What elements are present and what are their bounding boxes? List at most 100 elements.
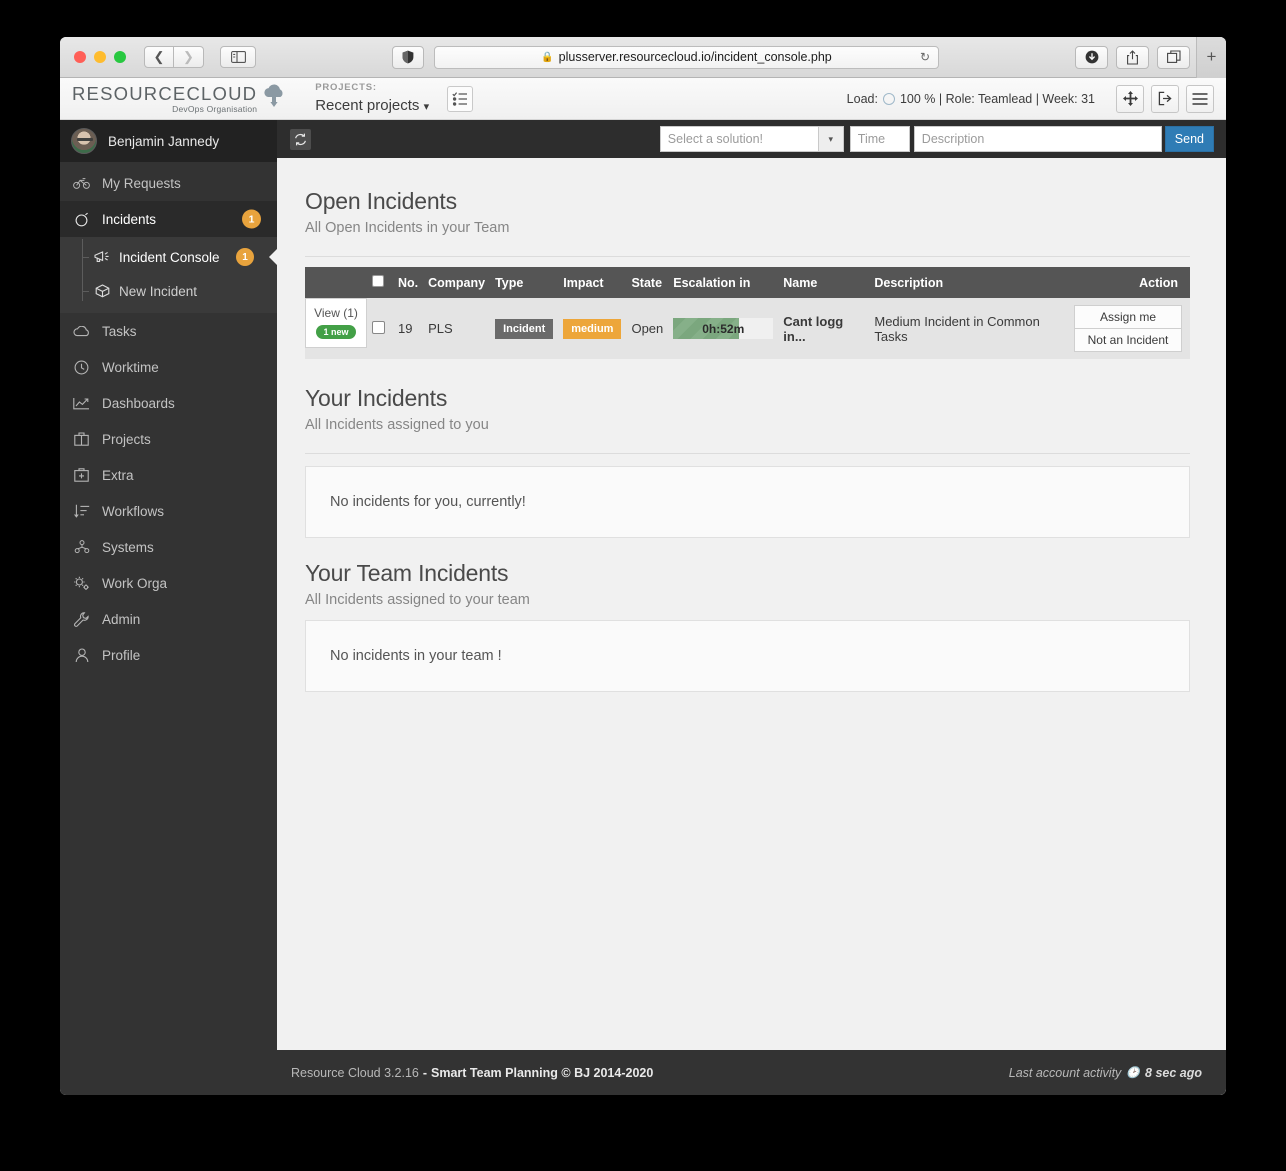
sidebar-item-systems[interactable]: Systems [60,529,277,565]
projects-selector[interactable]: PROJECTS: Recent projects ▾ [315,81,429,114]
share-icon[interactable] [1116,45,1149,69]
sidebar-item-work-orga[interactable]: Work Orga [60,565,277,601]
clock-icon [73,360,90,375]
chevron-down-icon: ▾ [423,100,430,113]
cell-no: 19 [393,298,424,359]
escalation-progress: 0h:52m [673,318,774,339]
view-button[interactable]: View (1) 1 new [305,298,367,348]
send-button[interactable]: Send [1164,126,1214,152]
back-button[interactable]: ❮ [144,46,174,68]
col-name: Name [778,267,870,298]
sidebar-user[interactable]: Benjamin Jannedy [60,120,277,162]
logout-icon[interactable] [1151,84,1179,113]
team-incidents-subtitle: All Incidents assigned to your team [305,592,530,608]
sidebar-item-extra[interactable]: Extra [60,457,277,493]
sidebar-item-label: Tasks [102,323,137,339]
chevron-down-icon[interactable]: ▾ [817,126,844,152]
minimize-window-button[interactable] [94,51,106,63]
escalation-value: 0h:52m [702,321,745,336]
view-label: View (1) [314,306,358,320]
reload-icon[interactable]: ↻ [920,50,930,64]
cell-impact: medium [558,298,627,359]
sidebar-item-tasks[interactable]: Tasks [60,313,277,349]
bicycle-icon [73,177,90,189]
cell-description: Medium Incident in Common Tasks [869,298,1069,359]
description-input[interactable]: Description [913,126,1162,152]
your-incidents-subtitle: All Incidents assigned to you [305,417,489,433]
sidebar-username: Benjamin Jannedy [108,133,220,149]
col-state: State [626,267,669,298]
address-bar-area: 🔒 plusserver.resourcecloud.io/incident_c… [266,45,1065,69]
col-no: No. [393,267,424,298]
col-description: Description [869,267,1069,298]
page-subtitle: All Open Incidents in your Team [305,220,510,236]
cell-name[interactable]: Cant logg in... [778,298,870,359]
sidebar-badge: 1 [242,209,261,229]
sidebar-item-dashboards[interactable]: Dashboards [60,385,277,421]
url-text: plusserver.resourcecloud.io/incident_con… [558,50,832,64]
browser-right-buttons [1075,45,1190,69]
sidebar-item-incidents[interactable]: Incidents 1 [60,201,277,237]
projects-value[interactable]: Recent projects ▾ [315,97,429,114]
col-company: Company [423,267,491,298]
sidebar-item-incident-console[interactable]: Incident Console 1 [60,240,278,274]
solution-select[interactable]: Select a solution! ▾ [659,126,844,152]
forward-button[interactable]: ❯ [174,46,204,68]
sidebar-item-new-incident[interactable]: New Incident [60,274,277,308]
status-info: Load: 100 % | Role: Teamlead | Week: 31 [847,92,1095,106]
checklist-icon[interactable] [447,85,474,112]
sidebar-item-admin[interactable]: Admin [60,601,277,637]
load-ring-icon [882,92,895,105]
sidebar-item-my-requests[interactable]: My Requests [60,165,277,201]
projects-label: PROJECTS: [315,81,377,93]
footer: Resource Cloud 3.2.16 - Smart Team Plann… [277,1050,1226,1095]
projects-value-text: Recent projects [315,96,420,114]
avatar [71,128,97,154]
close-window-button[interactable] [74,51,86,63]
row-checkbox[interactable] [372,320,385,334]
sidebar-item-worktime[interactable]: Worktime [60,349,277,385]
sidebar-item-workflows[interactable]: Workflows [60,493,277,529]
team-incidents-empty: No incidents in your team ! [305,620,1190,692]
sidebar-toggle-icon[interactable] [220,46,256,68]
wrench-icon [73,611,90,627]
footer-version: Resource Cloud 3.2.16 [291,1065,419,1080]
select-all-checkbox[interactable] [372,275,384,287]
assign-me-button[interactable]: Assign me [1074,305,1182,329]
cell-company: PLS [423,298,491,359]
address-bar[interactable]: 🔒 plusserver.resourcecloud.io/incident_c… [434,45,939,69]
footer-activity-value: 8 sec ago [1145,1065,1202,1080]
sidebar-item-label: My Requests [102,175,181,191]
sidebar-item-projects[interactable]: Projects [60,421,277,457]
new-tab-button[interactable]: + [1196,37,1226,78]
cell-state: Open [626,298,669,359]
table-header-row: No. Company Type Impact State Escalation… [305,267,1190,298]
maximize-window-button[interactable] [114,51,126,63]
toolbox-icon [73,468,90,482]
shield-icon[interactable] [392,45,424,69]
sidebar-item-profile[interactable]: Profile [60,637,277,673]
team-incidents-title: Your Team Incidents [305,560,509,586]
status-text: 100 % | Role: Teamlead | Week: 31 [899,91,1095,106]
sidebar-item-label: Profile [102,647,141,663]
sidebar-item-label: Workflows [102,503,165,519]
browser-toolbar: ❮ ❯ 🔒 plusserver.resourcecloud.io/incide… [60,37,1226,78]
footer-activity: Last account activity 🕑 8 sec ago [1009,1066,1202,1080]
move-arrows-icon[interactable] [1116,84,1144,113]
sidebar-subgroup-incidents: Incident Console 1 New Incident [60,237,278,313]
sidebar-subitem-label: New Incident [119,283,198,299]
cloud-download-icon [261,83,287,113]
cloud-icon [73,325,90,337]
time-input[interactable]: Time [849,126,910,152]
logo-sub-text: DevOps Organisation [172,104,258,114]
col-type: Type [490,267,559,298]
your-incidents-section: Your Incidents All Incidents assigned to… [305,385,1190,538]
download-icon[interactable] [1075,45,1108,69]
solution-select-value[interactable]: Select a solution! [659,126,818,152]
not-an-incident-button[interactable]: Not an Incident [1074,329,1182,352]
sync-refresh-icon[interactable] [290,128,311,150]
footer-dash: - [422,1065,428,1080]
tab-overview-icon[interactable] [1157,45,1190,69]
hamburger-menu-icon[interactable] [1186,84,1214,113]
app-logo[interactable]: RESOURCECLOUD DevOps Organisation [68,84,287,114]
